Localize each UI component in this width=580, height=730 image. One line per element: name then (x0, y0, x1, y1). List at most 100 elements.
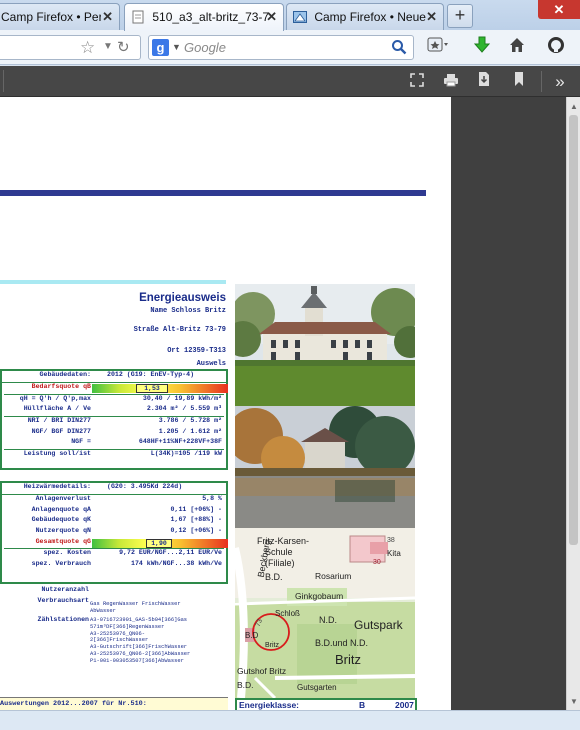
meter-station-line: A3-Gutschrift[366]FrischWasser (90, 644, 188, 651)
evaluation-label: Auswertungen 2012...2007 für Nr.510: (0, 700, 147, 708)
row-value: 9,72 EUR/NGF...2,11 EUR/Ve (119, 549, 222, 557)
url-bar[interactable]: ☆ ▼ ↻ (0, 35, 141, 60)
tab-strip: Camp Firefox • Pers... ✕ 510_a3_alt-brit… (0, 0, 580, 31)
presentation-mode-icon[interactable] (406, 71, 428, 93)
data-row: Hüllfläche A / Ve 2.304 m² / 5.559 m³ (2, 405, 226, 416)
data-row: NRI / BRI DIN277 3.786 / 5.728 m² (2, 417, 226, 428)
section-header: Gebäudedaten: 2012 (G19: EnEV-Typ-4) (2, 371, 226, 383)
row-label: Verbrauchsart (37, 596, 89, 604)
section-value: (G20: 3.495Kd 224d) (107, 483, 183, 490)
row-value: 5,8 % (202, 495, 222, 502)
home-icon[interactable] (505, 36, 529, 60)
building-data-section: Gebäudedaten: 2012 (G19: EnEV-Typ-4) Bed… (0, 369, 228, 470)
url-history-dropdown-icon[interactable]: ▼ (103, 41, 113, 52)
map-label: 38 (387, 537, 395, 544)
pdf-viewer[interactable]: Energieausweis Name Schloss Britz Straße… (0, 97, 566, 710)
download-pdf-icon[interactable] (473, 71, 495, 93)
energy-class-bar: Energieklasse: B 2007 (235, 698, 417, 710)
row-label: Gesamtquote qG (35, 537, 91, 545)
map-label: B.D (245, 631, 259, 640)
meter-station-line: 571m³DF[366]RegenWasser (90, 623, 165, 630)
scroll-up-icon[interactable]: ▲ (570, 102, 578, 111)
tab-close-icon[interactable]: ✕ (266, 9, 277, 25)
tools-menu-icon[interactable]: » (549, 71, 571, 93)
row-label: qH = Q'h / Q'p,max (19, 394, 91, 402)
row-label: spez. Verbrauch (31, 560, 91, 568)
search-engine-icon[interactable]: g (152, 39, 169, 56)
row-label: NGF/ BGF DIN277 (31, 427, 91, 435)
scroll-down-icon[interactable]: ▼ (570, 697, 578, 706)
new-tab-button[interactable]: + (447, 4, 473, 28)
data-row: Gebäudequote qK 1,67 [+88%] - (2, 516, 226, 527)
row-value: 0,12 [+06%] - (170, 527, 222, 535)
row-value: 0,11 [+06%] - (170, 505, 222, 513)
section-header: Heizwärmedetails: (G20: 3.495Kd 224d) (2, 483, 226, 495)
map-label: N.D. (319, 615, 337, 625)
tab-pdf-document[interactable]: 510_a3_alt-britz_73-7... ✕ (124, 3, 284, 31)
reload-icon[interactable]: ↻ (117, 38, 130, 56)
print-icon[interactable] (440, 71, 462, 93)
row-label: Zählstationen (37, 616, 89, 623)
row-label: Nutzeranzahl (41, 586, 89, 593)
row-value: 3.786 / 5.728 m² (158, 417, 222, 425)
map-label: Kita (387, 549, 401, 558)
meter-station-list: A3-0716723901_GAS-5b04[366]Gas 571m³DF[36… (90, 617, 230, 665)
meter-station-line: 2[366]FrischWasser (90, 637, 149, 644)
tab-title: 510_a3_alt-britz_73-7... (152, 10, 271, 24)
postal-location: Ort 12359-T313 (167, 347, 226, 355)
map-label: Schloß (275, 609, 300, 618)
meter-station-line: A3-25253976_QN06- (90, 630, 145, 637)
tab-camp-firefox-neue[interactable]: Camp Firefox • Neue... ✕ (286, 3, 444, 30)
map-label: B.D. (237, 680, 254, 690)
location-map: Beckberg Fritz-Karsen- Schule (Filiale) … (235, 528, 415, 698)
tab-title: Camp Firefox • Neue... (314, 10, 427, 24)
verbrauchsart-line: AbWasser (90, 607, 116, 614)
meter-station-line: P1-001-003053507[366]AbWasser (90, 657, 184, 664)
accent-rule (0, 280, 226, 284)
row-label: Bedarfsquote qB (31, 383, 91, 390)
pdf-page: Energieausweis Name Schloss Britz Straße… (0, 97, 451, 710)
data-row: Anlagenverlust 5,8 % (2, 495, 226, 506)
sync-addon-icon[interactable] (544, 36, 568, 60)
gesamt-row: Gesamtquote qG 1,90 (2, 537, 228, 549)
search-icon[interactable] (391, 39, 407, 55)
row-value: 174 kWh/NGF...38 kWh/Ve (130, 560, 222, 568)
map-label: Gutsgarten (297, 683, 337, 692)
map-label: Ginkgobaum (295, 591, 343, 601)
row-label: NGF = (71, 438, 91, 446)
navigation-toolbar: ☆ ▼ ↻ g ▼ Google (0, 30, 580, 65)
tab-close-icon[interactable]: ✕ (426, 9, 437, 25)
verbrauch-row: spez. Verbrauch 174 kWh/NGF...38 kWh/Ve (2, 560, 226, 571)
search-input[interactable]: Google (184, 40, 226, 55)
map-label: Schule (265, 547, 293, 557)
download-icon[interactable] (470, 36, 494, 60)
row-label: NRI / BRI DIN277 (27, 417, 91, 425)
row-value: 1.205 / 1.612 m² (158, 427, 222, 435)
row-value: 30,40 / 19,89 kWh/m² (142, 394, 222, 402)
tab-close-icon[interactable]: ✕ (102, 9, 113, 25)
bookmarks-menu-icon[interactable] (426, 36, 450, 60)
evaluation-header: Auswertungen 2012...2007 für Nr.510: (0, 697, 228, 710)
castle-photo (235, 284, 415, 406)
vertical-scrollbar[interactable]: ▲ ▼ (566, 97, 580, 710)
data-row: NGF = 648HF+11%NF+228VF+38F (2, 438, 226, 449)
window-close-button[interactable]: ✕ (538, 0, 580, 19)
data-row: Anlagenquote qA 0,11 [+06%] - (2, 506, 226, 517)
street-address: Straße Alt-Britz 73-79 (133, 326, 226, 334)
search-engine-dropdown-icon[interactable]: ▼ (172, 42, 181, 52)
row-value: 648HF+11%NF+228VF+38F (138, 438, 222, 446)
pdf-toolbar: » (0, 66, 580, 97)
map-label: Britz (265, 642, 280, 649)
bookmark-view-icon[interactable] (508, 71, 530, 93)
document-title: Energieausweis (139, 292, 226, 304)
scrollbar-thumb[interactable] (569, 115, 578, 545)
map-label: B.D. (265, 572, 283, 582)
tab-camp-firefox-pers[interactable]: Camp Firefox • Pers... ✕ (0, 3, 120, 30)
bookmark-star-icon[interactable]: ☆ (80, 38, 95, 58)
row-label: Anlagenverlust (35, 495, 91, 502)
status-bar (0, 710, 580, 730)
search-bar[interactable]: g ▼ Google (148, 35, 414, 60)
map-label: 30 (373, 559, 381, 566)
energy-class-value: B (359, 700, 366, 710)
meter-station-line: A3-0716723901_GAS-5b04[366]Gas (90, 617, 188, 623)
